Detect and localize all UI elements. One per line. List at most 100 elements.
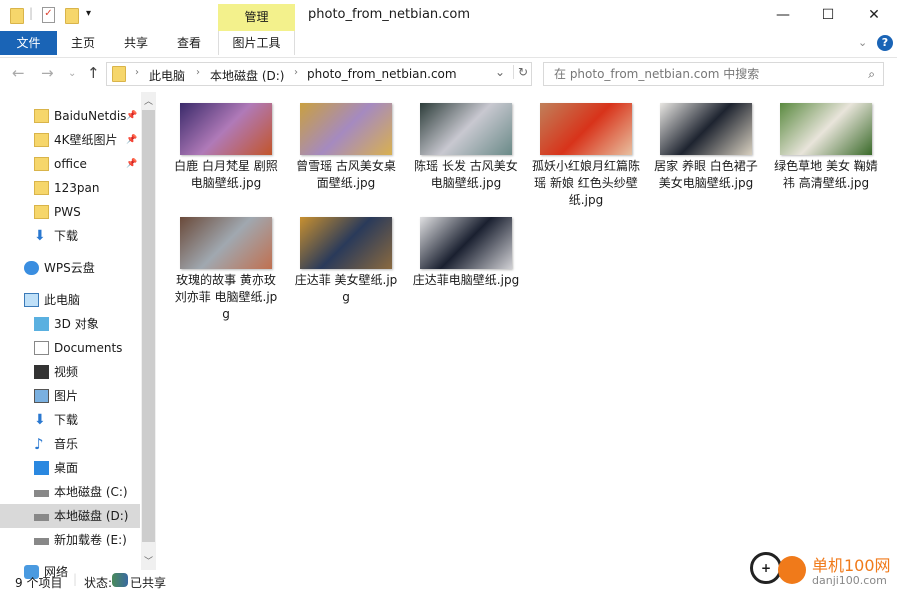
refresh-icon[interactable]: ↻ [513,65,528,79]
computer-icon [24,293,39,307]
picture-icon [34,389,49,403]
file-name[interactable]: 绿色草地 美女 鞠婧祎 高清壁纸.jpg [771,158,881,192]
divider: | [73,572,78,586]
watermark-text: 单机100网 [812,556,891,575]
file-name[interactable]: 庄达菲 美女壁纸.jpg [291,272,401,306]
sidebar-item[interactable]: 图片 [0,384,140,408]
sidebar-item-label: 下载 [54,413,79,427]
image-thumbnail[interactable] [180,103,272,155]
minimize-button[interactable]: — [760,0,806,30]
sidebar-item[interactable]: 3D 对象 [0,312,140,336]
address-bar[interactable]: › 此电脑 › 本地磁盘 (D:) › photo_from_netbian.c… [106,62,532,86]
properties-icon[interactable]: ✓ [42,7,55,23]
cloud-icon [24,261,39,275]
sidebar-item-label: Documents [54,341,123,355]
forward-icon[interactable]: → [41,64,54,82]
back-icon[interactable]: ← [12,64,25,82]
video-icon [34,365,49,379]
tab-home[interactable]: 主页 [62,31,104,55]
search-input[interactable]: 在 photo_from_netbian.com 中搜索 ⌕ [543,62,884,86]
scroll-up-icon[interactable]: ︿ [144,94,153,107]
sidebar-item[interactable]: 此电脑 [0,288,140,312]
sidebar-scrollbar[interactable]: ︿ ﹀ [141,92,156,570]
image-thumbnail[interactable] [420,217,512,269]
divider: | [29,6,34,20]
download-icon: ⬇ [34,412,46,428]
sidebar-item[interactable]: ♪ 音乐 [0,432,140,456]
sidebar-item[interactable]: 本地磁盘 (D:) [0,504,140,528]
up-icon[interactable]: ↑ [87,64,100,82]
customize-toolbar-icon[interactable]: ▾ [86,8,91,19]
file-name[interactable]: 庄达菲电脑壁纸.jpg [411,272,521,289]
image-thumbnail[interactable] [660,103,752,155]
watermark-url: danji100.com [812,574,887,587]
image-thumbnail[interactable] [540,103,632,155]
chevron-right-icon: › [135,67,139,78]
sidebar-item[interactable]: 桌面 [0,456,140,480]
sidebar-item-label: 新加载卷 (E:) [54,533,127,547]
drive-icon [34,490,49,497]
sidebar-item-label: 视频 [54,365,79,379]
sidebar-item-label: 3D 对象 [54,317,99,331]
help-icon[interactable]: ? [877,35,893,51]
close-button[interactable]: ✕ [851,0,897,30]
sidebar-item[interactable]: BaiduNetdis 📌 [0,104,140,128]
search-icon: ⌕ [868,67,875,81]
sidebar-item[interactable]: office 📌 [0,152,140,176]
sidebar-item-label: 音乐 [54,437,79,451]
new-folder-icon[interactable] [65,8,79,24]
image-thumbnail[interactable] [780,103,872,155]
image-thumbnail[interactable] [300,103,392,155]
image-thumbnail[interactable] [300,217,392,269]
breadcrumb-this-pc[interactable]: 此电脑 [149,67,185,84]
sidebar-item-label: 123pan [54,181,100,195]
scrollbar-thumb[interactable] [142,110,155,542]
watermark-logo: + 单机100网 danji100.com [748,550,897,594]
sidebar-item[interactable]: PWS [0,200,140,224]
chevron-right-icon: › [294,67,298,78]
file-name[interactable]: 居家 养眼 白色裙子 美女电脑壁纸.jpg [651,158,761,192]
pin-icon: 📌 [126,111,138,121]
tab-view[interactable]: 查看 [168,31,210,55]
file-name[interactable]: 孤妖小红娘月红篇陈瑶 新娘 红色头纱壁纸.jpg [531,158,641,209]
file-name[interactable]: 曾雪瑶 古风美女桌面壁纸.jpg [291,158,401,192]
file-name[interactable]: 白鹿 白月梵星 剧照 电脑壁纸.jpg [171,158,281,192]
chevron-right-icon: › [196,67,200,78]
sidebar-item-label: 下载 [54,229,79,243]
divider [0,57,897,58]
sidebar-item[interactable]: ⬇ 下载 [0,224,140,248]
sidebar-item-label: WPS云盘 [44,261,95,275]
image-thumbnail[interactable] [180,217,272,269]
file-name[interactable]: 陈瑶 长发 古风美女电脑壁纸.jpg [411,158,521,192]
tab-picture-tools[interactable]: 图片工具 [218,31,295,55]
status-value: 已共享 [130,576,167,590]
sidebar-item[interactable]: 本地磁盘 (C:) [0,480,140,504]
recent-locations-icon[interactable]: ⌄ [68,68,76,79]
file-name[interactable]: 玫瑰的故事 黄亦玫 刘亦菲 电脑壁纸.jpg [171,272,281,323]
drive-icon [34,538,49,545]
sidebar-item[interactable]: 4K壁纸图片 📌 [0,128,140,152]
scroll-down-icon[interactable]: ﹀ [144,554,153,567]
dropdown-icon[interactable]: ⌄ [495,65,505,79]
sidebar-item-label: 4K壁纸图片 [54,133,118,147]
tab-share[interactable]: 共享 [115,31,157,55]
3d-icon [34,317,49,331]
sidebar-item[interactable]: 新加载卷 (E:) [0,528,140,552]
sidebar-item-label: PWS [54,205,81,219]
window-title: photo_from_netbian.com [308,7,471,22]
sidebar-item[interactable]: Documents [0,336,140,360]
pin-icon: 📌 [126,159,138,169]
expand-ribbon-icon[interactable]: ⌄ [858,36,867,49]
maximize-button[interactable]: ☐ [805,0,851,30]
sidebar-item[interactable]: 视频 [0,360,140,384]
breadcrumb-drive-d[interactable]: 本地磁盘 (D:) [210,67,284,84]
image-thumbnail[interactable] [420,103,512,155]
item-count: 9 个项目 [15,576,63,590]
breadcrumb-folder[interactable]: photo_from_netbian.com [307,67,457,81]
desktop-icon [34,461,49,475]
sidebar-item[interactable]: WPS云盘 [0,256,140,280]
drive-icon [34,514,49,521]
sidebar-item[interactable]: 123pan [0,176,140,200]
sidebar-item[interactable]: ⬇ 下载 [0,408,140,432]
tab-file[interactable]: 文件 [0,31,57,55]
